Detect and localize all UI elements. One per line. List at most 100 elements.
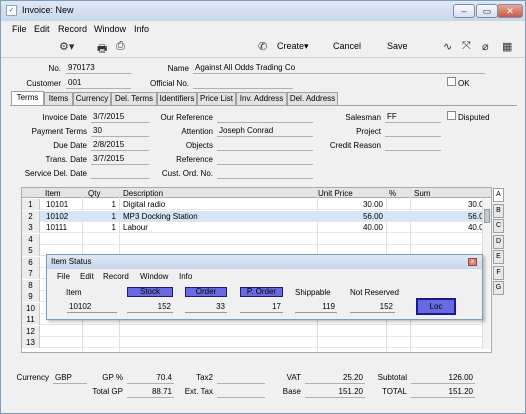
cell-description[interactable]: MP3 Docking Station bbox=[123, 212, 198, 221]
p-order-field: 17 bbox=[240, 302, 283, 313]
loc-button[interactable]: Loc bbox=[416, 298, 456, 315]
no-field[interactable]: 970173 bbox=[66, 63, 131, 74]
cancel-button[interactable]: Cancel bbox=[333, 41, 361, 51]
ok-label: OK bbox=[458, 79, 470, 88]
print-preview-icon[interactable]: ⎙ bbox=[116, 40, 125, 53]
gear-icon[interactable]: ⚙▾ bbox=[59, 40, 74, 53]
invoice-window: ✓ Invoice: New – ▭ ✕ File Edit Record Wi… bbox=[0, 0, 526, 414]
title-bar[interactable]: ✓ Invoice: New – ▭ ✕ bbox=[1, 1, 525, 21]
payment-terms-field[interactable]: 30 bbox=[91, 126, 149, 137]
credit-reason-field[interactable] bbox=[385, 140, 441, 151]
item-status-title-bar[interactable]: Item Status x bbox=[47, 255, 482, 269]
table-row[interactable]: 12 bbox=[22, 325, 491, 337]
cell-qty[interactable]: 1 bbox=[84, 223, 116, 232]
side-tab-e[interactable]: E bbox=[493, 250, 504, 264]
tab-inv-address[interactable]: Inv. Address bbox=[236, 92, 287, 105]
cell-item[interactable]: 10102 bbox=[46, 212, 68, 221]
cell-unit-price[interactable]: 40.00 bbox=[319, 223, 383, 232]
ok-checkbox[interactable] bbox=[447, 77, 456, 86]
objects-field[interactable] bbox=[217, 140, 313, 151]
currency-field[interactable]: GBP bbox=[53, 373, 87, 384]
invoice-date-label: Invoice Date bbox=[42, 113, 87, 122]
cust-ord-no-field[interactable] bbox=[217, 168, 313, 179]
attachment-icon[interactable]: ⌀ bbox=[482, 40, 489, 53]
project-field[interactable] bbox=[385, 126, 441, 137]
item-status-close-button[interactable]: x bbox=[468, 258, 477, 266]
row-number: 3 bbox=[22, 222, 40, 233]
cell-sum[interactable]: 30.00 bbox=[412, 200, 488, 209]
cell-qty[interactable]: 1 bbox=[84, 200, 116, 209]
salesman-field[interactable]: FF bbox=[385, 112, 441, 123]
cell-item[interactable]: 10111 bbox=[46, 223, 67, 232]
phone-icon[interactable]: ✆ bbox=[258, 40, 267, 53]
side-tab-d[interactable]: D bbox=[493, 234, 504, 249]
side-tab-a[interactable]: A bbox=[493, 188, 504, 202]
side-tab-b[interactable]: B bbox=[493, 203, 504, 218]
cell-sum[interactable]: 56.00 bbox=[412, 212, 488, 221]
cell-unit-price[interactable]: 56.00 bbox=[319, 212, 383, 221]
create-button[interactable]: Create▾ bbox=[277, 41, 309, 52]
cell-description[interactable]: Labour bbox=[123, 223, 148, 232]
expand-icon[interactable]: ⤧ bbox=[462, 40, 471, 53]
cell-qty[interactable]: 1 bbox=[84, 212, 116, 221]
due-date-field[interactable]: 2/8/2015 bbox=[91, 140, 149, 151]
side-tab-g[interactable]: G bbox=[493, 281, 504, 295]
invoice-date-field[interactable]: 3/7/2015 bbox=[91, 112, 149, 123]
popup-menu-file[interactable]: File bbox=[57, 272, 70, 281]
signature-icon[interactable]: ∿ bbox=[443, 40, 452, 53]
menu-info[interactable]: Info bbox=[134, 24, 149, 34]
menu-edit[interactable]: Edit bbox=[34, 24, 50, 34]
table-row[interactable]: 13 bbox=[22, 337, 491, 348]
table-row[interactable]: 1 10101 1 Digital radio 30.00 30.00 bbox=[22, 199, 491, 210]
order-button[interactable]: Order bbox=[185, 287, 227, 297]
scroll-thumb[interactable] bbox=[484, 209, 490, 223]
attention-field[interactable]: Joseph Conrad bbox=[217, 126, 313, 137]
trans-date-field[interactable]: 3/7/2015 bbox=[91, 154, 149, 165]
close-button[interactable]: ✕ bbox=[497, 4, 523, 18]
menu-file[interactable]: File bbox=[12, 24, 27, 34]
tab-del-address[interactable]: Del. Address bbox=[287, 92, 338, 105]
tab-items[interactable]: Items bbox=[44, 92, 73, 105]
stock-button[interactable]: Stock bbox=[127, 287, 173, 297]
cell-sum[interactable]: 40.00 bbox=[412, 223, 488, 232]
popup-menu-info[interactable]: Info bbox=[179, 272, 192, 281]
tab-identifiers[interactable]: Identifiers bbox=[157, 92, 197, 105]
name-field[interactable]: Against All Odds Trading Co bbox=[193, 63, 485, 74]
cell-description[interactable]: Digital radio bbox=[123, 200, 165, 209]
maximize-button[interactable]: ▭ bbox=[476, 4, 498, 18]
table-row[interactable]: 2 10102 1 MP3 Docking Station 56.00 56.00 bbox=[22, 210, 491, 222]
p-order-button[interactable]: P. Order bbox=[240, 287, 283, 297]
trans-date-label: Trans. Date bbox=[45, 155, 88, 164]
our-reference-field[interactable] bbox=[217, 112, 313, 123]
side-tab-f[interactable]: F bbox=[493, 265, 504, 280]
tab-currency[interactable]: Currency bbox=[73, 92, 111, 105]
popup-menu-edit[interactable]: Edit bbox=[80, 272, 94, 281]
print-icon[interactable]: 🖶 bbox=[97, 40, 107, 59]
tab-price-list[interactable]: Price List bbox=[197, 92, 236, 105]
popup-menu-window[interactable]: Window bbox=[140, 272, 168, 281]
subtotal-label: Subtotal bbox=[377, 373, 407, 382]
disputed-checkbox[interactable] bbox=[447, 111, 456, 120]
official-no-field[interactable] bbox=[193, 78, 293, 89]
customer-field[interactable]: 001 bbox=[66, 78, 131, 89]
menu-window[interactable]: Window bbox=[94, 24, 126, 34]
tab-del-terms[interactable]: Del. Terms bbox=[111, 92, 157, 105]
cell-unit-price[interactable]: 30.00 bbox=[319, 200, 383, 209]
table-row[interactable]: 4 bbox=[22, 233, 491, 245]
side-tab-c[interactable]: C bbox=[493, 219, 504, 233]
cell-item[interactable]: 10101 bbox=[46, 200, 68, 209]
tab-terms[interactable]: Terms bbox=[11, 91, 44, 106]
popup-menu-record[interactable]: Record bbox=[103, 272, 129, 281]
total-gp-label: Total GP bbox=[92, 387, 123, 396]
service-del-date-field[interactable] bbox=[91, 168, 149, 179]
save-button[interactable]: Save bbox=[387, 41, 408, 51]
menu-record[interactable]: Record bbox=[58, 24, 87, 34]
table-row[interactable]: 3 10111 1 Labour 40.00 40.00 bbox=[22, 222, 491, 233]
grid-scrollbar[interactable] bbox=[482, 199, 490, 349]
col-sum: Sum bbox=[414, 189, 431, 198]
grid-icon[interactable]: ▦ bbox=[502, 40, 512, 53]
reference-field[interactable] bbox=[217, 154, 313, 165]
minimize-button[interactable]: – bbox=[453, 4, 475, 18]
not-reserved-label: Not Reserved bbox=[350, 288, 399, 297]
status-item-field[interactable]: 10102 bbox=[67, 302, 117, 313]
